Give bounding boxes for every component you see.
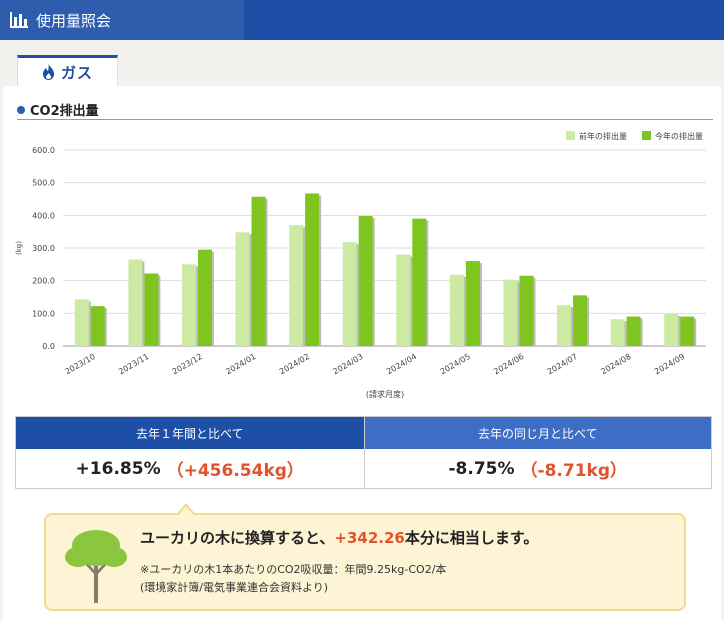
flame-icon (42, 64, 54, 80)
y-tick-label: 400.0 (32, 211, 55, 220)
header-title-area: 使用量照会 (0, 0, 244, 40)
year-comparison: 去年１年間と比べて +16.85% （+456.54kg） (16, 417, 364, 488)
month-percent: -8.75% (448, 458, 515, 479)
bar-this-year (305, 193, 320, 346)
bar-chart-icon (10, 12, 28, 28)
legend-label: 今年の排出量 (655, 131, 703, 141)
x-tick-label: 2024/07 (546, 352, 579, 376)
x-tick-label: 2024/09 (653, 352, 686, 376)
bar-this-year (90, 306, 105, 346)
tree-suffix: 本分に相当します。 (404, 529, 539, 547)
tree-prefix: ユーカリの木に換算すると、 (140, 529, 335, 547)
tree-equivalent-box: ユーカリの木に換算すると、+342.26本分に相当します。 ※ユーカリの木1本あ… (44, 503, 686, 611)
x-tick-label: 2024/02 (278, 352, 311, 376)
x-tick-label: 2024/03 (331, 352, 364, 376)
legend-label: 前年の排出量 (579, 131, 627, 141)
x-tick-label: 2023/10 (64, 352, 97, 376)
bar-this-year (680, 316, 695, 346)
y-tick-label: 0.0 (42, 342, 55, 351)
legend-swatch (642, 131, 651, 140)
bar-this-year (412, 218, 427, 346)
tab-gas-label: ガス (60, 63, 93, 82)
bar-prev-year (664, 313, 679, 346)
y-axis-label: (kg) (15, 241, 23, 255)
x-tick-label: 2024/04 (385, 352, 418, 376)
y-tick-label: 100.0 (32, 309, 55, 318)
tree-equivalent-text: ユーカリの木に換算すると、+342.26本分に相当します。 (140, 527, 538, 548)
bar-this-year (465, 261, 480, 346)
bar-prev-year (128, 259, 143, 346)
bar-prev-year (342, 242, 357, 346)
bar-this-year (144, 273, 159, 346)
bar-this-year (626, 316, 641, 346)
page-header: 使用量照会 (0, 0, 724, 40)
year-diff: （+456.54kg） (166, 461, 304, 481)
bar-this-year (358, 215, 373, 346)
bar-prev-year (235, 232, 250, 346)
x-tick-label: 2024/08 (599, 352, 632, 376)
page-title: 使用量照会 (36, 11, 112, 30)
y-tick-label: 500.0 (32, 179, 55, 188)
tree-note: ※ユーカリの木1本あたりのCO2吸収量：年間9.25kg-CO2/本 (環境家計… (140, 561, 446, 597)
comparison-table: 去年１年間と比べて +16.85% （+456.54kg） 去年の同じ月と比べて … (15, 416, 712, 489)
tab-gas[interactable]: ガス (17, 55, 118, 86)
month-comparison-value: -8.75% （-8.71kg） (365, 449, 712, 488)
bar-prev-year (610, 319, 625, 346)
bar-this-year (519, 275, 534, 346)
year-percent: +16.85% (75, 458, 161, 479)
bar-this-year (573, 295, 588, 346)
tree-count: +342.26 (334, 529, 405, 547)
year-comparison-value: +16.85% （+456.54kg） (16, 449, 364, 488)
bubble-pointer-inner (178, 506, 194, 516)
bar-prev-year (181, 264, 196, 346)
legend-swatch (566, 131, 575, 140)
bar-this-year (251, 196, 266, 346)
bar-prev-year (503, 279, 518, 346)
month-diff: （-8.71kg） (520, 461, 628, 481)
tree-note-line1: ※ユーカリの木1本あたりのCO2吸収量：年間9.25kg-CO2/本 (140, 563, 447, 576)
bar-prev-year (557, 305, 572, 346)
x-tick-label: 2024/06 (492, 352, 525, 376)
bar-prev-year (449, 274, 464, 346)
month-comparison: 去年の同じ月と比べて -8.75% （-8.71kg） (363, 417, 712, 488)
y-tick-label: 600.0 (32, 146, 55, 155)
tree-note-line2: (環境家計簿/電気事業連合会資料より) (140, 581, 329, 594)
y-tick-label: 300.0 (32, 244, 55, 253)
x-tick-label: 2023/12 (171, 352, 204, 376)
x-axis-label: (請求月度) (366, 389, 404, 399)
month-comparison-header: 去年の同じ月と比べて (364, 417, 711, 449)
bar-this-year (197, 249, 212, 346)
x-tick-label: 2024/05 (439, 352, 472, 376)
co2-bar-chart: 0.0 100.0 200.0 300.0 400.0 500.0 600.0 (kg) 202… (15, 131, 706, 399)
bar-prev-year (396, 254, 411, 346)
year-comparison-header: 去年１年間と比べて (16, 417, 364, 449)
bar-prev-year (289, 225, 304, 346)
main-panel: CO2排出量 0.0 100.0 200.0 300.0 400.0 500.0 600.0… (3, 86, 721, 620)
x-tick-label: 2024/01 (224, 352, 257, 376)
y-tick-label: 200.0 (32, 277, 55, 286)
x-tick-label: 2023/11 (117, 352, 150, 376)
tree-icon (65, 530, 127, 603)
bar-prev-year (74, 299, 89, 346)
